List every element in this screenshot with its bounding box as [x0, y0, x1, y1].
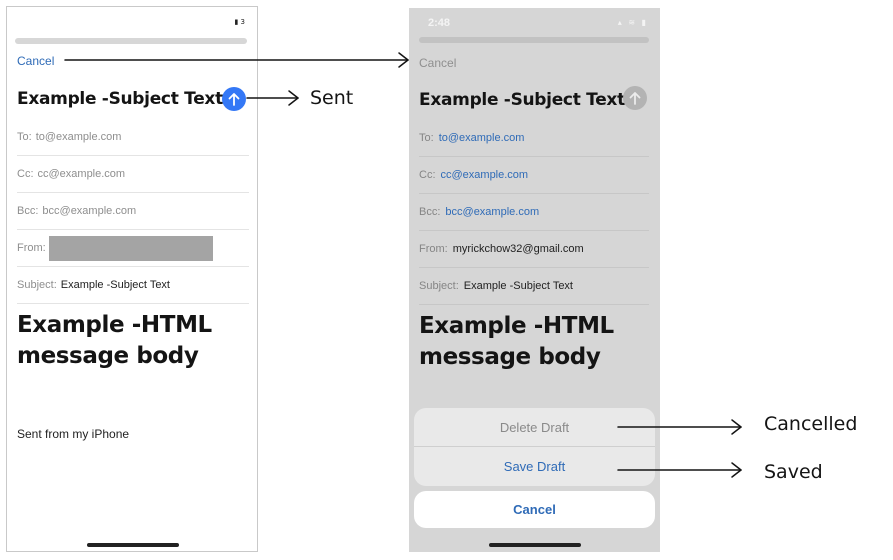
to-field[interactable]: To: to@example.com: [17, 119, 249, 156]
right-phone-screen: 2:48 ▴ ≋ ▮ Cancel Example -Subject Text …: [409, 8, 660, 552]
to-label: To:: [17, 131, 32, 143]
subject-field[interactable]: Subject: Example -Subject Text: [419, 268, 649, 305]
message-body[interactable]: Example -HTML message body: [419, 311, 614, 373]
delete-draft-button[interactable]: Delete Draft: [414, 408, 655, 447]
from-label: From:: [17, 242, 46, 254]
sheet-grabber: [419, 37, 649, 43]
sheet-grabber[interactable]: [15, 38, 247, 44]
annotation-saved: Saved: [764, 461, 823, 483]
annotation-sent: Sent: [310, 87, 354, 109]
compose-title: Example -Subject Text: [419, 90, 625, 110]
to-value: to@example.com: [438, 132, 525, 144]
send-button[interactable]: [623, 86, 647, 110]
cc-field[interactable]: Cc: cc@example.com: [17, 156, 249, 193]
home-indicator: [87, 543, 179, 547]
status-bar: ▮ 3: [7, 7, 257, 37]
cc-value: cc@example.com: [440, 169, 529, 181]
cancel-button[interactable]: Cancel: [17, 54, 54, 68]
action-sheet-cancel-button[interactable]: Cancel: [414, 491, 655, 528]
subject-label: Subject:: [17, 279, 57, 291]
compose-title: Example -Subject Text: [17, 89, 223, 109]
bcc-field[interactable]: Bcc: bcc@example.com: [17, 193, 249, 230]
send-button[interactable]: [222, 87, 246, 111]
body-line: Example -HTML: [17, 312, 212, 338]
from-field[interactable]: From: myrickchow32@gmail.com: [419, 231, 649, 268]
cancel-button[interactable]: Cancel: [419, 56, 456, 70]
subject-label: Subject:: [419, 280, 459, 292]
from-label: From:: [419, 243, 448, 255]
body-line: message body: [419, 344, 601, 370]
status-icons: ▴ ≋ ▮: [617, 18, 648, 27]
message-body[interactable]: Example -HTML message body: [17, 310, 212, 372]
arrowhead-sent: [288, 90, 299, 106]
home-indicator: [489, 543, 581, 547]
left-phone-screen: ▮ 3 Cancel Example -Subject Text To: to@…: [6, 6, 258, 552]
subject-value: Example -Subject Text: [60, 279, 170, 291]
cc-label: Cc:: [17, 168, 34, 180]
body-line: message body: [17, 343, 199, 369]
arrowhead-saved: [731, 462, 742, 478]
bcc-label: Bcc:: [17, 205, 39, 217]
arrowhead-cancel: [398, 52, 409, 68]
from-field[interactable]: From:: [17, 230, 249, 267]
arrow-up-icon: [228, 93, 240, 106]
battery-icon: ▮ 3: [234, 18, 245, 26]
bcc-value: bcc@example.com: [42, 205, 137, 217]
arrow-up-icon: [629, 92, 641, 105]
to-label: To:: [419, 132, 434, 144]
bcc-value: bcc@example.com: [445, 206, 540, 218]
bcc-label: Bcc:: [419, 206, 441, 218]
signature: Sent from my iPhone: [17, 427, 130, 441]
status-bar: 2:48 ▴ ≋ ▮: [409, 8, 660, 38]
subject-value: Example -Subject Text: [463, 280, 573, 292]
subject-field[interactable]: Subject: Example -Subject Text: [17, 267, 249, 304]
from-value: myrickchow32@gmail.com: [452, 243, 584, 255]
to-value: to@example.com: [35, 131, 122, 143]
arrowhead-cancelled: [731, 419, 742, 435]
to-field[interactable]: To: to@example.com: [419, 120, 649, 157]
action-sheet: Delete Draft Save Draft: [414, 408, 655, 486]
body-line: Example -HTML: [419, 313, 614, 339]
annotation-cancelled: Cancelled: [764, 413, 858, 435]
bcc-field[interactable]: Bcc: bcc@example.com: [419, 194, 649, 231]
cc-field[interactable]: Cc: cc@example.com: [419, 157, 649, 194]
redacted-from-value: [48, 235, 213, 261]
cc-label: Cc:: [419, 169, 436, 181]
save-draft-button[interactable]: Save Draft: [414, 447, 655, 486]
status-time: 2:48: [428, 17, 451, 29]
cc-value: cc@example.com: [37, 168, 126, 180]
